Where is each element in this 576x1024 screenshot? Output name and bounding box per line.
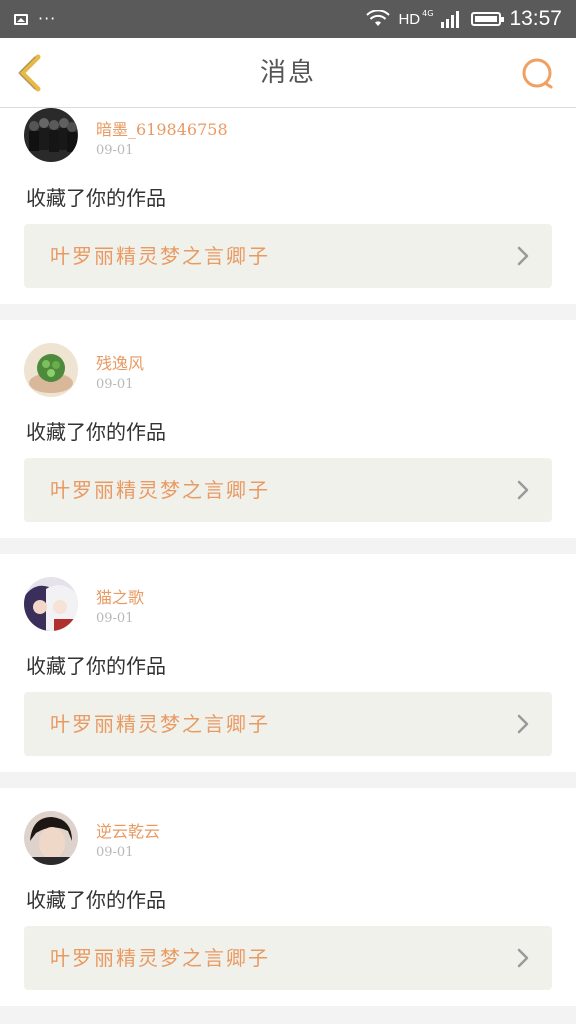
- message-card: 逆云乾云 09-01 收藏了你的作品 叶罗丽精灵梦之言卿子: [0, 788, 576, 1006]
- work-link[interactable]: 叶罗丽精灵梦之言卿子: [24, 224, 552, 288]
- work-link[interactable]: 叶罗丽精灵梦之言卿子: [24, 692, 552, 756]
- chevron-right-icon: [517, 480, 529, 500]
- message-action-text: 收藏了你的作品: [26, 186, 166, 210]
- clock: 13:57: [509, 7, 562, 30]
- avatar-green-plant-icon[interactable]: [24, 343, 78, 397]
- message-card: 猫之歌 09-01 收藏了你的作品 叶罗丽精灵梦之言卿子: [0, 554, 576, 772]
- message-action-text: 收藏了你的作品: [26, 654, 166, 678]
- work-title: 叶罗丽精灵梦之言卿子: [50, 244, 270, 268]
- message-date: 09-01: [96, 143, 134, 158]
- work-title: 叶罗丽精灵梦之言卿子: [50, 478, 270, 502]
- status-right: HD 4G 13:57: [366, 0, 562, 38]
- signal-icon: [441, 11, 460, 28]
- message-date: 09-01: [96, 377, 134, 392]
- navigation-bar: 消息: [0, 38, 576, 108]
- message-date: 09-01: [96, 611, 134, 626]
- message-action-text: 收藏了你的作品: [26, 888, 166, 912]
- work-link[interactable]: 叶罗丽精灵梦之言卿子: [24, 926, 552, 990]
- wifi-icon: [366, 10, 391, 26]
- work-title: 叶罗丽精灵梦之言卿子: [50, 946, 270, 970]
- chevron-right-icon: [517, 948, 529, 968]
- username[interactable]: 残逸风: [96, 350, 144, 374]
- message-list: 暗墨_619846758 09-01 收藏了你的作品 叶罗丽精灵梦之言卿子 残逸…: [0, 108, 576, 1022]
- status-bar: ··· HD 4G 13:57: [0, 0, 576, 38]
- avatar-group-photo-icon[interactable]: [24, 108, 78, 162]
- network-type-label: HD: [398, 10, 421, 28]
- battery-icon: [471, 12, 505, 26]
- username[interactable]: 暗墨_619846758: [96, 116, 228, 140]
- search-icon[interactable]: [520, 56, 556, 92]
- username[interactable]: 逆云乾云: [96, 818, 160, 842]
- avatar-portrait-icon[interactable]: [24, 811, 78, 865]
- status-left: ···: [14, 0, 56, 38]
- work-link[interactable]: 叶罗丽精灵梦之言卿子: [24, 458, 552, 522]
- message-action-text: 收藏了你的作品: [26, 420, 166, 444]
- network-generation-label: 4G: [422, 8, 434, 18]
- chevron-right-icon: [517, 246, 529, 266]
- avatar-anime-icon[interactable]: [24, 577, 78, 631]
- message-card: 暗墨_619846758 09-01 收藏了你的作品 叶罗丽精灵梦之言卿子: [0, 108, 576, 304]
- page-title: 消息: [259, 58, 316, 88]
- message-card: 残逸风 09-01 收藏了你的作品 叶罗丽精灵梦之言卿子: [0, 320, 576, 538]
- chevron-right-icon: [517, 714, 529, 734]
- more-notifications-icon: ···: [38, 9, 57, 28]
- work-title: 叶罗丽精灵梦之言卿子: [50, 712, 270, 736]
- message-date: 09-01: [96, 845, 134, 860]
- image-notification-icon: [14, 13, 28, 25]
- username[interactable]: 猫之歌: [96, 584, 144, 608]
